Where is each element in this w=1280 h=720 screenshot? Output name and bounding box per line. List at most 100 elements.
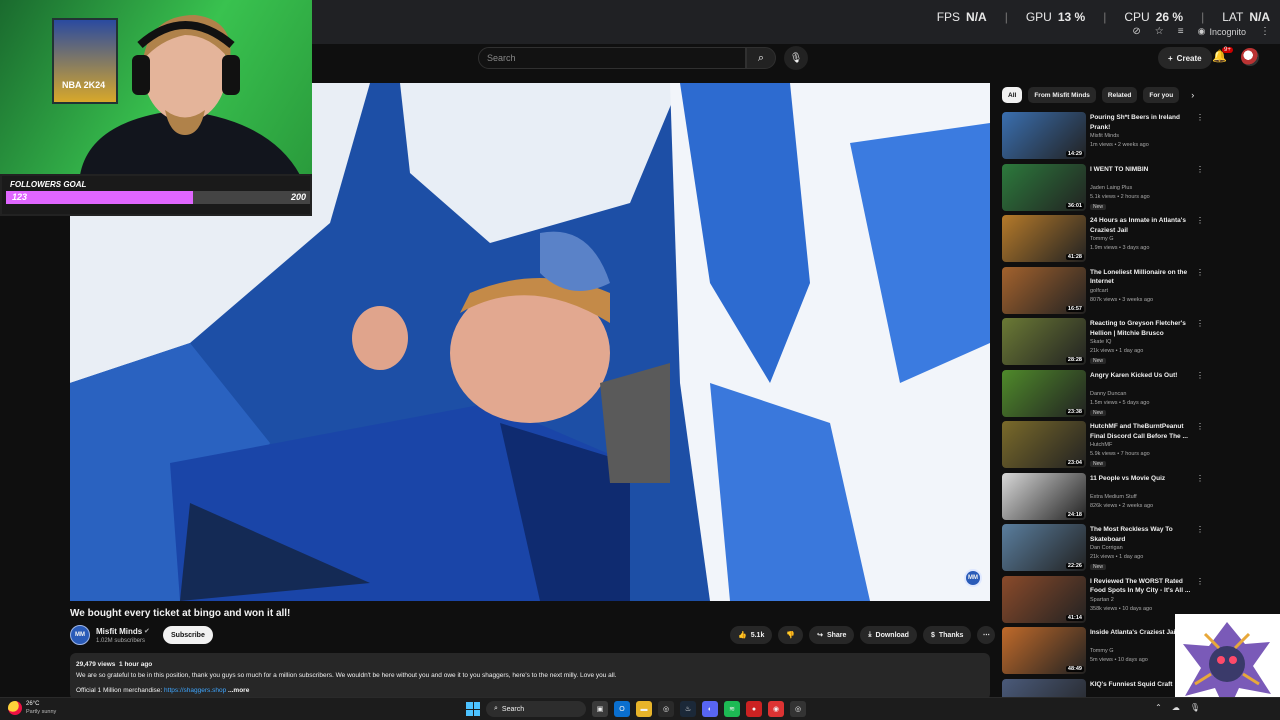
spotify-icon[interactable]: ≋: [724, 701, 740, 717]
recommendation-title[interactable]: 24 Hours as Inmate in Atlanta's Craziest…: [1090, 216, 1194, 235]
video-thumbnail[interactable]: 36:01: [1002, 163, 1086, 211]
video-thumbnail[interactable]: 41:14: [1002, 575, 1086, 623]
channel-name[interactable]: Misfit Minds: [96, 627, 142, 636]
more-options-icon[interactable]: ⋮: [1196, 577, 1204, 586]
recommendation-title[interactable]: Reacting to Greyson Fletcher's Hellion |…: [1090, 319, 1194, 338]
recommendation-channel[interactable]: HutchMF: [1090, 442, 1112, 448]
chevron-up-icon[interactable]: ⌃: [1155, 703, 1162, 712]
incognito-indicator[interactable]: ◉ Incognito: [1198, 26, 1246, 37]
recommendation-title[interactable]: HutchMF and TheBurntPeanut Final Discord…: [1090, 422, 1194, 441]
chip-for-you[interactable]: For you: [1143, 87, 1180, 103]
recommendation-item[interactable]: 41:28 24 Hours as Inmate in Atlanta's Cra…: [1002, 215, 1208, 267]
microphone-icon[interactable]: 🎙: [1190, 703, 1200, 712]
cloud-icon[interactable]: ☁: [1172, 703, 1180, 712]
chrome-icon[interactable]: ◎: [658, 701, 674, 717]
more-options-icon[interactable]: ⋮: [1196, 113, 1204, 122]
channel-watermark[interactable]: MM: [964, 569, 982, 587]
more-actions-button[interactable]: ⋯: [977, 626, 996, 644]
create-button[interactable]: + Create: [1158, 47, 1212, 69]
voice-search-button[interactable]: 🎙: [784, 46, 808, 70]
obs-icon[interactable]: ◉: [768, 701, 784, 717]
recommendation-item[interactable]: 23:38 Angry Karen Kicked Us Out! Danny Dun…: [1002, 369, 1208, 422]
system-tray: ⌃ ☁ 🎙: [1155, 703, 1200, 712]
recommendation-item[interactable]: 24:18 11 People vs Movie Quiz Extra Medium…: [1002, 472, 1208, 525]
steam-icon[interactable]: ♨: [680, 701, 696, 717]
download-button[interactable]: ⤓ Download: [860, 626, 917, 644]
show-more-button[interactable]: ...more: [228, 687, 249, 694]
merch-link[interactable]: https://shaggers.shop: [164, 687, 226, 694]
recommendation-channel[interactable]: Tommy G: [1090, 648, 1114, 654]
windows-start-icon[interactable]: [466, 702, 480, 716]
video-thumbnail[interactable]: 24:18: [1002, 472, 1086, 520]
recommendation-item[interactable]: 22:26 The Most Reckless Way To Skateboard…: [1002, 524, 1208, 576]
search-button[interactable]: ⌕: [746, 47, 776, 69]
more-options-icon[interactable]: ⋮: [1196, 474, 1204, 483]
recommendation-title[interactable]: I Reviewed The WORST Rated Food Spots In…: [1090, 577, 1194, 596]
recommendation-channel[interactable]: Skate IQ: [1090, 339, 1111, 345]
video-thumbnail[interactable]: 23:38: [1002, 369, 1086, 417]
recommendation-item[interactable]: 28:28 Reacting to Greyson Fletcher's Hell…: [1002, 318, 1208, 370]
recommendation-title[interactable]: The Loneliest Millionaire on the Interne…: [1090, 268, 1194, 287]
thumbs-up-icon: 👍: [738, 632, 747, 639]
streaming-app-icon[interactable]: ●: [746, 701, 762, 717]
recommendation-channel[interactable]: golfcart: [1090, 288, 1108, 294]
chevron-right-icon[interactable]: ›: [1191, 90, 1194, 100]
task-view-icon[interactable]: ▣: [592, 701, 608, 717]
recommendation-channel[interactable]: Dan Corrigan: [1090, 545, 1123, 551]
file-explorer-icon[interactable]: ▬: [636, 701, 652, 717]
chip-all[interactable]: All: [1002, 87, 1023, 103]
taskbar-search[interactable]: ⌕ Search: [486, 701, 586, 717]
eye-off-icon[interactable]: ⊘: [1132, 26, 1140, 37]
recommendation-channel[interactable]: Spartan 2: [1090, 597, 1114, 603]
star-icon[interactable]: ☆: [1155, 26, 1164, 37]
video-thumbnail[interactable]: 16:57: [1002, 266, 1086, 314]
recommendation-title[interactable]: Angry Karen Kicked Us Out!: [1090, 371, 1194, 381]
like-button[interactable]: 👍 5.1k: [730, 626, 773, 644]
video-thumbnail[interactable]: 14:29: [1002, 112, 1086, 159]
more-options-icon[interactable]: ⋮: [1196, 525, 1204, 534]
recommendation-item[interactable]: 16:57 The Loneliest Millionaire on the In…: [1002, 266, 1208, 319]
recommendation-channel[interactable]: Extra Medium Stuff: [1090, 494, 1137, 500]
subscribe-button[interactable]: Subscribe: [163, 626, 213, 644]
chip-related[interactable]: Related: [1101, 87, 1138, 103]
description-text: We are so grateful to be in this positio…: [76, 672, 617, 679]
search-input[interactable]: Search: [478, 47, 746, 69]
more-options-icon[interactable]: ⋮: [1196, 165, 1204, 174]
more-options-icon[interactable]: ⋮: [1196, 422, 1204, 431]
recommendation-title[interactable]: 11 People vs Movie Quiz: [1090, 474, 1194, 484]
chrome-incognito-icon[interactable]: ◎: [790, 701, 806, 717]
more-options-icon[interactable]: ⋮: [1196, 216, 1204, 225]
more-options-icon[interactable]: ⋮: [1196, 319, 1204, 328]
thanks-button[interactable]: $ Thanks: [922, 626, 972, 644]
more-options-icon[interactable]: ⋮: [1196, 268, 1204, 277]
recommendation-channel[interactable]: Misfit Minds: [1090, 133, 1119, 139]
chip-from-channel[interactable]: From Misfit Minds: [1028, 87, 1096, 103]
discord-icon[interactable]: ◐: [702, 701, 718, 717]
account-avatar[interactable]: [1241, 48, 1259, 66]
recommendation-channel[interactable]: Danny Duncan: [1090, 391, 1126, 397]
video-thumbnail[interactable]: 23:04: [1002, 421, 1086, 468]
dislike-button[interactable]: 👎: [778, 626, 804, 644]
video-thumbnail[interactable]: 41:28: [1002, 215, 1086, 262]
channel-avatar[interactable]: MM: [70, 625, 90, 645]
recommendation-item[interactable]: 36:01 I WENT TO NIMBIN Jaden Laing Plus 5.1…: [1002, 163, 1208, 216]
recommendation-title[interactable]: I WENT TO NIMBIN: [1090, 165, 1194, 175]
video-duration: 41:14: [1065, 614, 1084, 621]
recommendation-item[interactable]: 23:04 HutchMF and TheBurntPeanut Final Di…: [1002, 421, 1208, 473]
more-options-icon[interactable]: ⋮: [1196, 371, 1204, 380]
media-icon[interactable]: ≡: [1178, 26, 1184, 37]
recommendation-channel[interactable]: Tommy G: [1090, 236, 1114, 242]
recommendation-title[interactable]: The Most Reckless Way To Skateboard: [1090, 525, 1194, 544]
recommendation-item[interactable]: 14:29 Pouring Sh*t Beers in Ireland Prank…: [1002, 112, 1208, 164]
recommendation-title[interactable]: Pouring Sh*t Beers in Ireland Prank!: [1090, 113, 1194, 132]
weather-widget[interactable]: 26°C Partly sunny: [8, 700, 56, 716]
video-thumbnail[interactable]: 22:26: [1002, 524, 1086, 571]
menu-dots-icon[interactable]: ⋮: [1260, 26, 1270, 37]
video-thumbnail[interactable]: 28:28: [1002, 318, 1086, 365]
outlook-icon[interactable]: O: [614, 701, 630, 717]
video-actions: 👍 5.1k 👎 ↪ Share ⤓ Download $ Thanks ⋯: [730, 626, 996, 644]
description-box[interactable]: 29,479 views 1 hour ago We are so gratef…: [70, 653, 990, 700]
share-button[interactable]: ↪ Share: [809, 626, 855, 644]
video-thumbnail[interactable]: 48:49: [1002, 627, 1086, 674]
recommendation-channel[interactable]: Jaden Laing Plus: [1090, 185, 1132, 191]
